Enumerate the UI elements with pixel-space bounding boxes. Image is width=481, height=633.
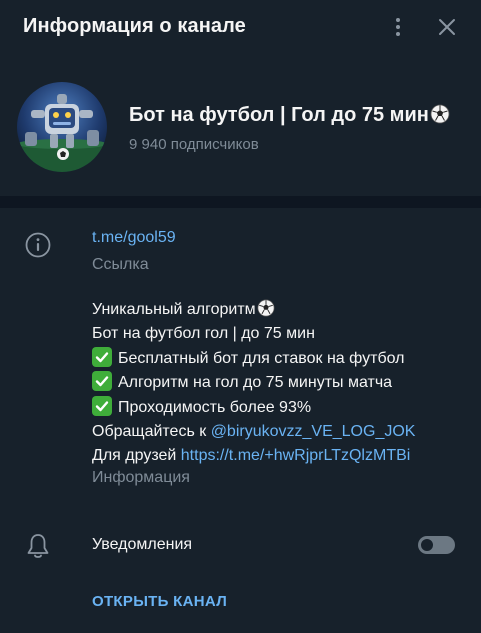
invite-link[interactable]: https://t.me/+hwRjprLTzQlzMTBi xyxy=(181,447,411,464)
close-icon[interactable] xyxy=(436,16,458,38)
channel-link[interactable]: t.me/gool59 xyxy=(92,229,176,247)
open-channel-button[interactable]: ОТКРЫТЬ КАНАЛ xyxy=(92,593,227,610)
description-line: Обращайтесь к @biryukovzz_VE_LOG_JOK xyxy=(92,420,415,444)
description-text: Для друзей xyxy=(92,447,181,465)
panel-header: Информация о канале xyxy=(0,0,481,56)
bell-icon xyxy=(27,534,49,558)
kebab-menu-icon[interactable] xyxy=(388,14,408,40)
description-line: Для друзей https://t.me/+hwRjprLTzQlzMTB… xyxy=(92,444,415,468)
panel-title: Информация о канале xyxy=(23,15,246,37)
soccer-ball-icon xyxy=(257,299,275,317)
channel-profile: Бот на футбол | Гол до 75 мин 9 940 подп… xyxy=(0,56,481,196)
description-text: Бот на футбол гол | до 75 мин xyxy=(92,325,315,343)
check-mark-icon xyxy=(92,395,112,416)
contact-mention-link[interactable]: @biryukovzz_VE_LOG_JOK xyxy=(211,423,416,440)
description-text: Уникальный алгоритм xyxy=(92,301,256,318)
description-text: Обращайтесь к xyxy=(92,423,211,441)
channel-avatar[interactable] xyxy=(17,82,107,172)
description-caption: Информация xyxy=(92,469,190,486)
channel-description: Уникальный алгоритм Бот на футбол гол | … xyxy=(92,298,415,469)
info-icon xyxy=(25,232,51,258)
check-mark-icon xyxy=(92,371,112,392)
check-mark-icon xyxy=(92,346,112,367)
subscriber-count: 9 940 подписчиков xyxy=(129,136,259,153)
description-text: Бесплатный бот для ставок на футбол xyxy=(118,349,405,367)
channel-name: Бот на футбол | Гол до 75 мин xyxy=(129,104,450,127)
description-text: Алгоритм на гол до 75 минуты матча xyxy=(118,374,393,392)
description-line: Бесплатный бот для ставок на футбол xyxy=(92,346,415,371)
notifications-label: Уведомления xyxy=(92,536,193,553)
section-divider xyxy=(0,196,481,208)
description-line: Уникальный алгоритм xyxy=(92,298,415,322)
channel-name-text: Бот на футбол | Гол до 75 мин xyxy=(129,104,429,126)
description-line: Бот на футбол гол | до 75 мин xyxy=(92,322,415,346)
soccer-ball-icon xyxy=(430,104,450,124)
description-text: Проходимость более 93% xyxy=(118,398,312,416)
toggle-knob xyxy=(419,537,435,553)
description-line: Проходимость более 93% xyxy=(92,395,415,420)
link-caption: Ссылка xyxy=(92,256,149,273)
description-line: Алгоритм на гол до 75 минуты матча xyxy=(92,371,415,395)
notifications-toggle[interactable] xyxy=(418,536,455,554)
